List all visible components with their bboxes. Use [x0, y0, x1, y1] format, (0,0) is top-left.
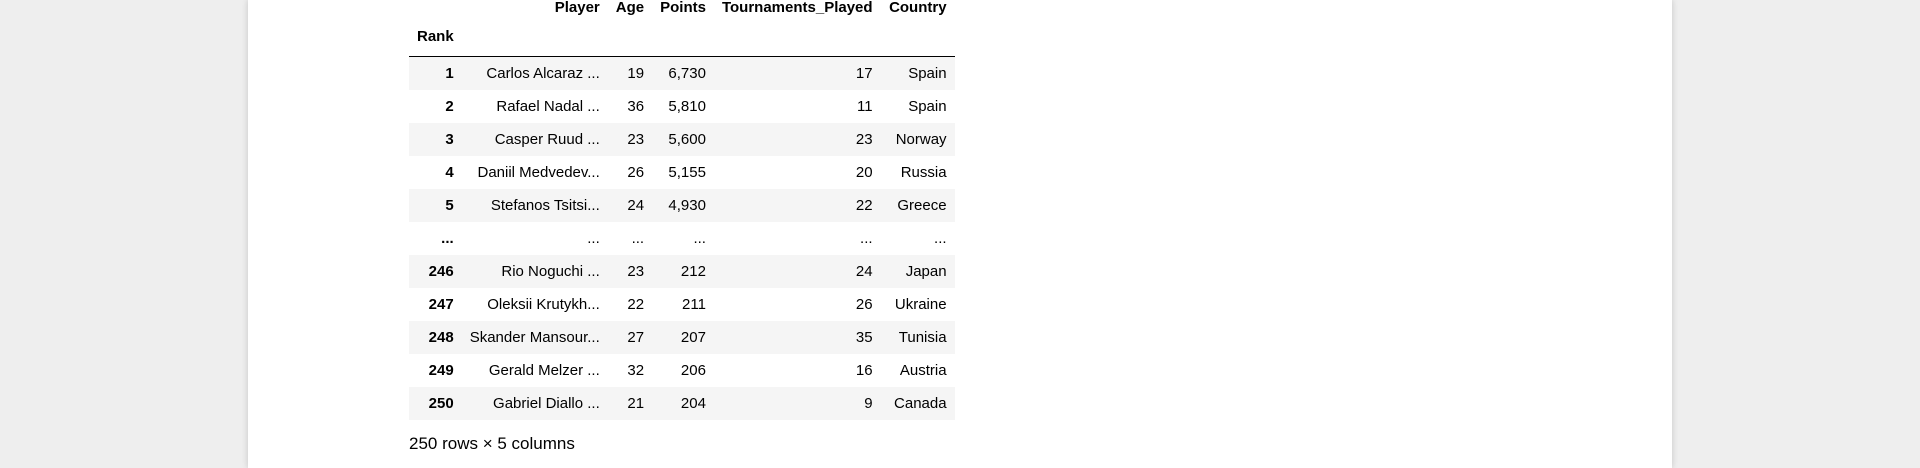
cell-player: Casper Ruud ... [494, 131, 600, 148]
table-header: Player Age Points Tournaments_Played Cou… [409, 0, 955, 57]
row-rank: 1 [445, 65, 454, 82]
cell-points: 5,600 [668, 131, 706, 148]
table-row: 248 Skander Mansour... 27 207 35 Tunisia [409, 321, 955, 354]
cell-player: Skander Mansour... [469, 329, 600, 346]
cell-age: 19 [627, 65, 645, 82]
row-rank: 4 [445, 164, 454, 181]
cell-country: Ukraine [894, 296, 947, 313]
cell-points: 6,730 [668, 65, 706, 82]
cell-age: 23 [627, 263, 645, 280]
column-header-row: Player Age Points Tournaments_Played Cou… [409, 0, 955, 16]
cell-country: Tunisia [898, 329, 947, 346]
cell-country: Russia [900, 164, 947, 181]
cell-points: 204 [680, 395, 706, 412]
index-name-rank: Rank [417, 27, 454, 45]
cell-tournaments-played: 9 [864, 395, 873, 412]
table-row: 2 Rafael Nadal ... 36 5,810 11 Spain [409, 90, 955, 123]
table-shape-summary: 250 rows × 5 columns [409, 434, 575, 453]
cell-age: 23 [627, 131, 645, 148]
cell-tournaments-played: 17 [855, 65, 873, 82]
cell-country: Spain [908, 98, 947, 115]
row-rank: 2 [445, 98, 454, 115]
cell-tournaments-played: ... [860, 230, 873, 247]
cell-player: Daniil Medvedev... [477, 164, 600, 181]
cell-country: ... [934, 230, 947, 247]
cell-age: 22 [627, 296, 645, 313]
cell-points: 212 [680, 263, 706, 280]
cell-player: Oleksii Krutykh... [487, 296, 600, 313]
column-header-points: Points [660, 0, 706, 16]
table-row: 250 Gabriel Diallo ... 21 204 9 Canada [409, 387, 955, 420]
row-rank: ... [441, 230, 454, 247]
column-header-player: Player [554, 0, 600, 16]
cell-points: ... [693, 230, 706, 247]
cell-age: 27 [627, 329, 645, 346]
row-rank: 5 [445, 197, 454, 214]
cell-points: 4,930 [668, 197, 706, 214]
cell-country: Norway [895, 131, 947, 148]
cell-tournaments-played: 20 [855, 164, 873, 181]
cell-player: Stefanos Tsitsi... [490, 197, 600, 214]
notebook-page: Player Age Points Tournaments_Played Cou… [248, 0, 1672, 468]
cell-player: Rio Noguchi ... [501, 263, 600, 280]
cell-player: Gerald Melzer ... [488, 362, 600, 379]
cell-age: 24 [627, 197, 645, 214]
column-header-tournaments-played: Tournaments_Played [721, 0, 873, 16]
cell-points: 211 [682, 296, 706, 313]
cell-tournaments-played: 16 [855, 362, 873, 379]
row-rank: 3 [445, 131, 454, 148]
table-row: 247 Oleksii Krutykh... 22 211 26 Ukraine [409, 288, 955, 321]
row-rank: 247 [428, 296, 454, 313]
table-row: 1 Carlos Alcaraz ... 19 6,730 17 Spain [409, 56, 955, 90]
cell-tournaments-played: 23 [855, 131, 873, 148]
cell-tournaments-played: 26 [855, 296, 873, 313]
dataframe-table: Player Age Points Tournaments_Played Cou… [409, 0, 955, 420]
cell-age: 32 [627, 362, 645, 379]
row-rank: 246 [428, 263, 454, 280]
cell-player: Gabriel Diallo ... [493, 395, 600, 412]
column-header-country: Country [889, 0, 947, 16]
cell-age: 36 [627, 98, 645, 115]
cell-country: Spain [908, 65, 947, 82]
cell-points: 5,810 [668, 98, 706, 115]
column-header-age: Age [615, 0, 645, 16]
cell-points: 206 [680, 362, 706, 379]
cell-country: Austria [899, 362, 947, 379]
row-rank: 250 [428, 395, 454, 412]
row-rank: 249 [428, 362, 454, 379]
header-blank-cell [409, 0, 462, 16]
index-header-row: Rank [409, 16, 955, 57]
table-row: .................. [409, 222, 955, 255]
cell-tournaments-played: 11 [856, 98, 873, 115]
table-row: 5 Stefanos Tsitsi... 24 4,930 22 Greece [409, 189, 955, 222]
table-row: 3 Casper Ruud ... 23 5,600 23 Norway [409, 123, 955, 156]
table-body: 1 Carlos Alcaraz ... 19 6,730 17 Spain 2 Rafael… [409, 56, 955, 420]
table-row: 249 Gerald Melzer ... 32 206 16 Austria [409, 354, 955, 387]
cell-age: ... [631, 230, 645, 247]
table-row: 4 Daniil Medvedev... 26 5,155 20 Russia [409, 156, 955, 189]
cell-age: 21 [627, 395, 645, 412]
cell-country: Japan [905, 263, 947, 280]
cell-player: Carlos Alcaraz ... [486, 65, 600, 82]
cell-player: ... [587, 230, 600, 247]
cell-points: 5,155 [668, 164, 706, 181]
table-row: 246 Rio Noguchi ... 23 212 24 Japan [409, 255, 955, 288]
cell-player: Rafael Nadal ... [496, 98, 600, 115]
cell-points: 207 [680, 329, 706, 346]
cell-country: Greece [897, 197, 947, 214]
cell-age: 26 [627, 164, 645, 181]
cell-tournaments-played: 22 [855, 197, 873, 214]
cell-output: Player Age Points Tournaments_Played Cou… [409, 0, 955, 454]
cell-country: Canada [894, 395, 947, 412]
row-rank: 248 [428, 329, 454, 346]
cell-tournaments-played: 24 [855, 263, 873, 280]
cell-tournaments-played: 35 [855, 329, 873, 346]
